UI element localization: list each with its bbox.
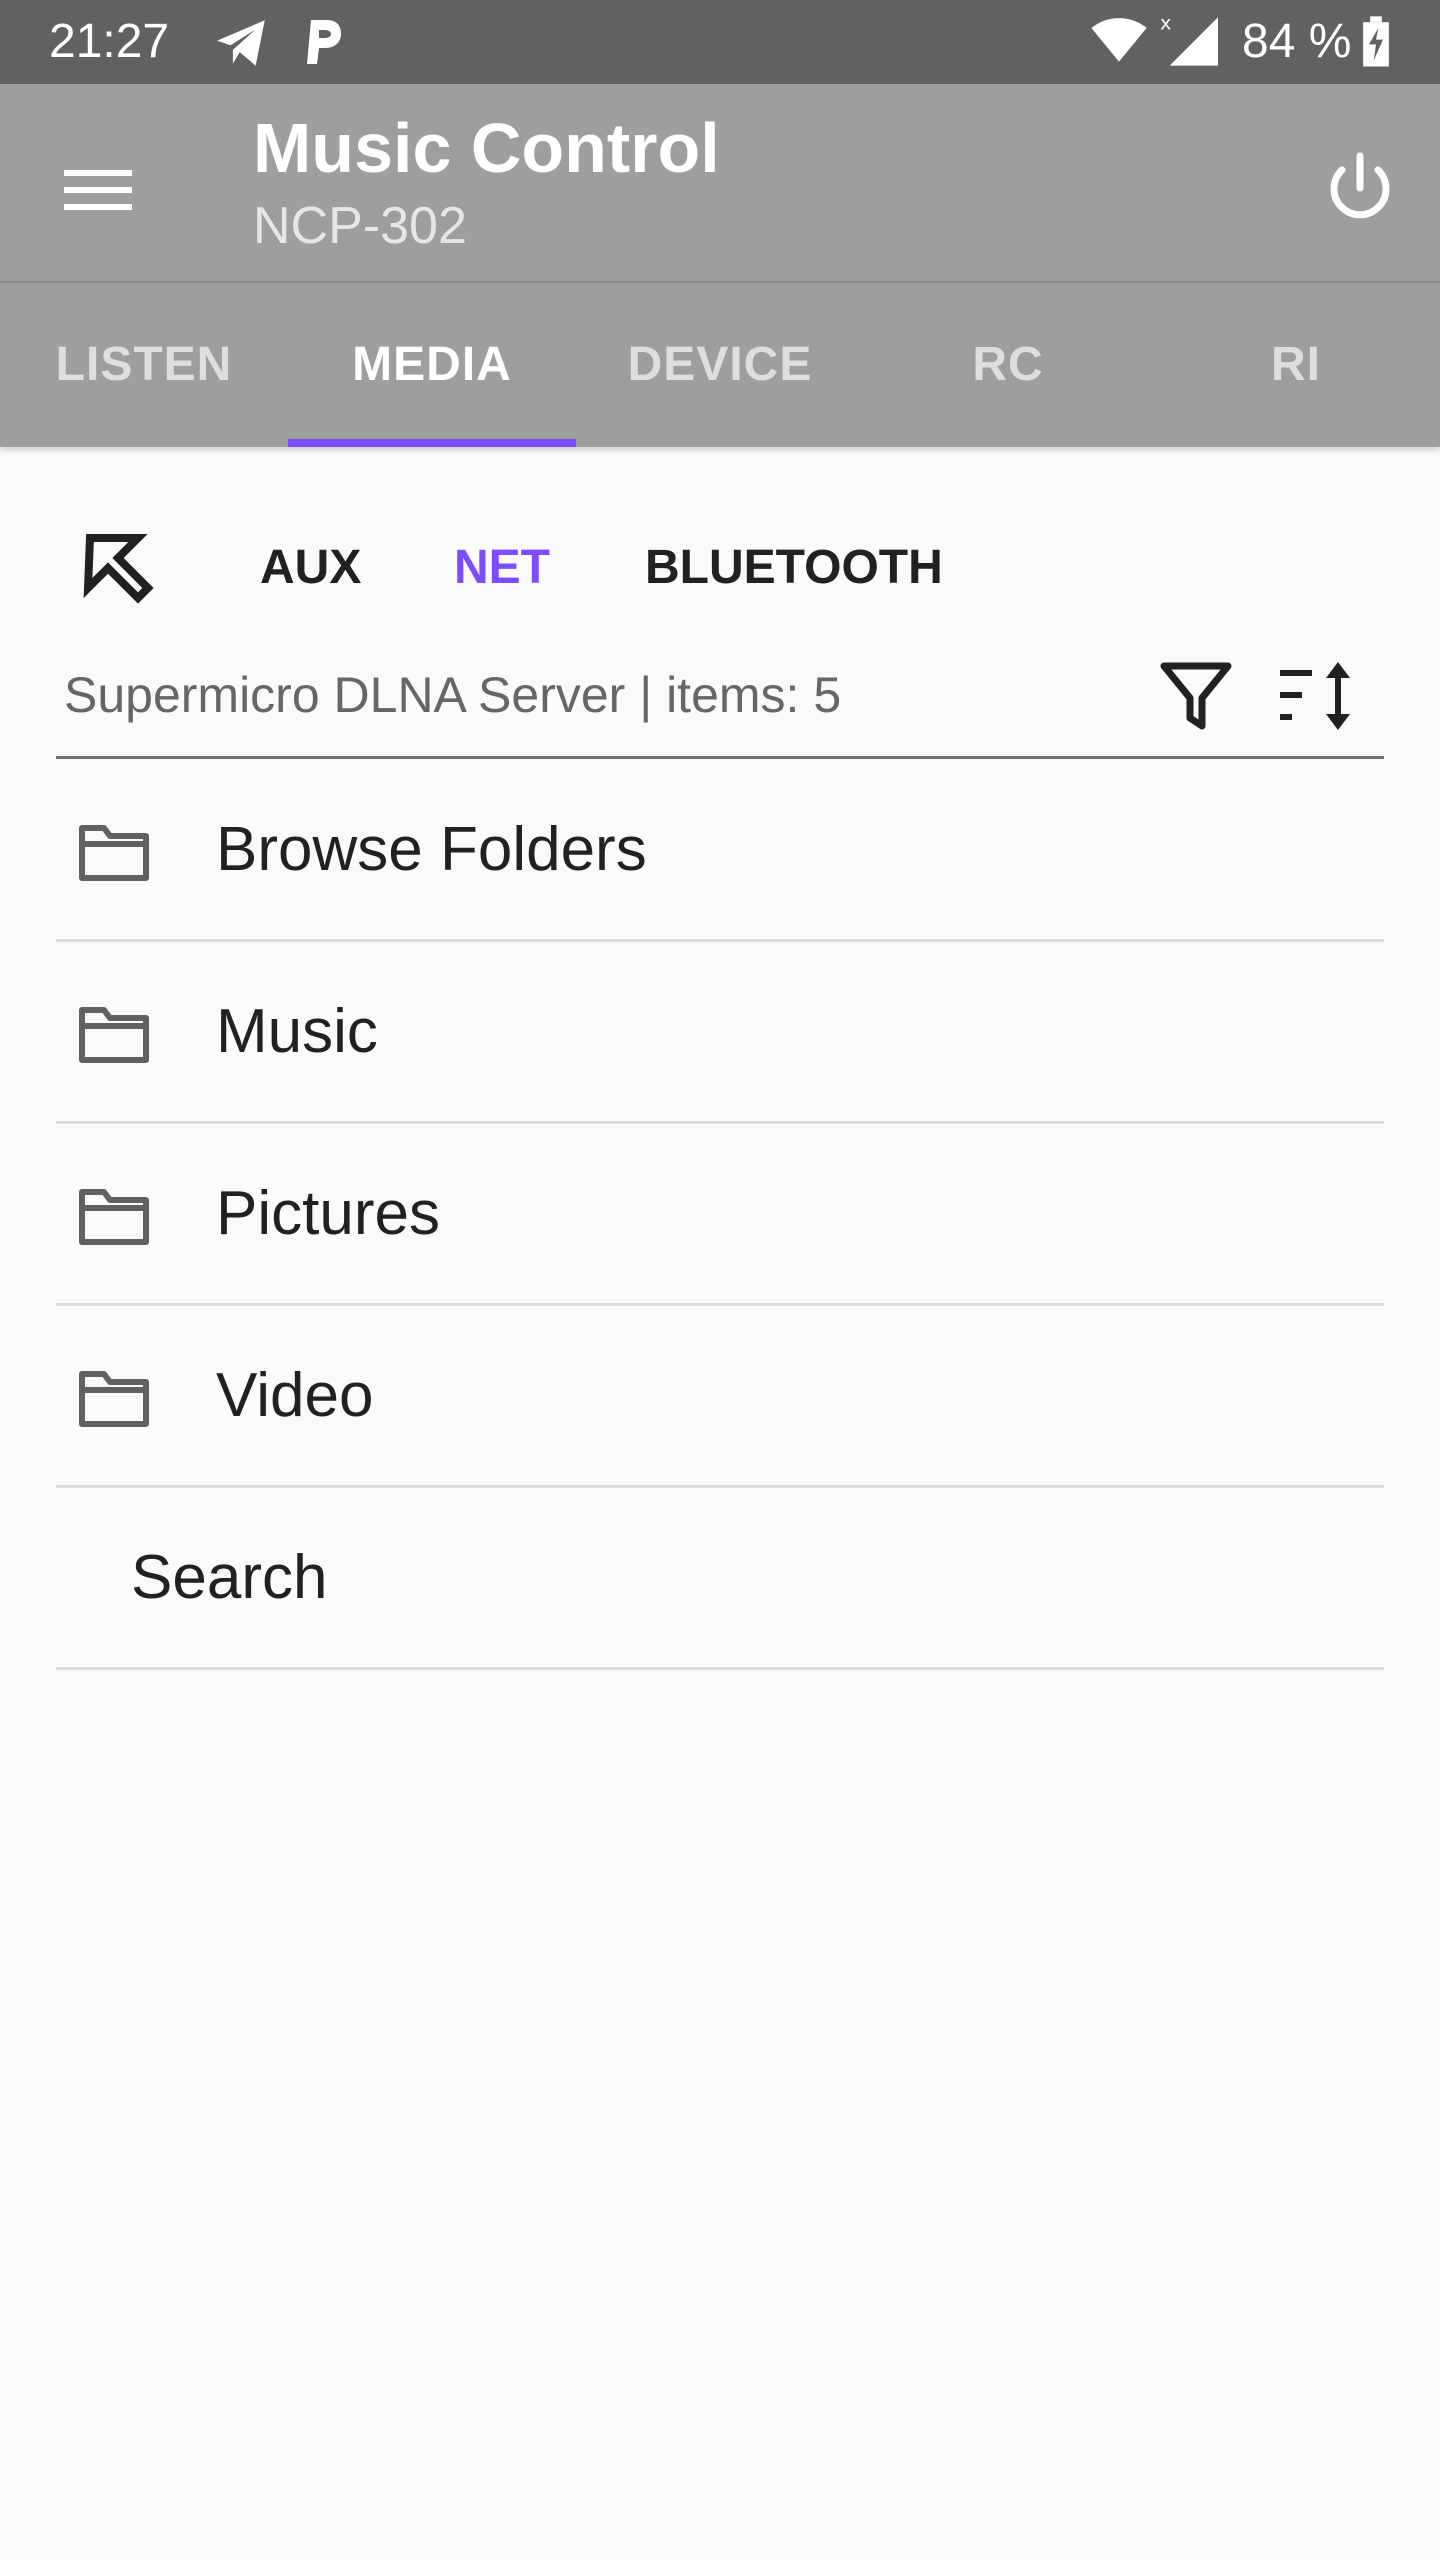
folder-icon [79,1189,149,1245]
source-selector: AUX NET BLUETOOTH [0,510,1440,626]
list-item-music[interactable]: Music [56,942,1384,1124]
list-item-label: Browse Folders [216,815,647,884]
list-item-label: Search [131,1543,328,1612]
app-bar: Music Control NCP-302 [0,84,1440,283]
server-info-row: Supermicro DLNA Server | items: 5 [56,640,1384,759]
tab-rc[interactable]: RC [864,283,1152,447]
battery-charging-icon [1363,16,1389,67]
tab-listen[interactable]: LISTEN [0,283,288,447]
list-item-label: Pictures [216,1179,440,1248]
media-list: Browse Folders Music Pictures Video Sear… [56,760,1384,1670]
tab-media[interactable]: MEDIA [288,283,576,447]
source-aux[interactable]: AUX [260,510,361,626]
hamburger-menu-icon [64,170,132,210]
folder-icon [79,825,149,881]
list-item-label: Music [216,997,378,1066]
power-button[interactable] [1310,138,1410,238]
server-info: Supermicro DLNA Server | items: 5 [64,667,842,723]
svg-text:x: x [1160,12,1171,34]
tab-bar: LISTEN MEDIA DEVICE RC RI [0,283,1440,447]
tab-device[interactable]: DEVICE [576,283,864,447]
source-back-button[interactable] [80,530,156,606]
status-time: 21:27 [49,15,170,68]
filter-icon [1160,662,1232,730]
status-bar: 21:27 x 84 % [0,0,1440,84]
arrow-up-left-icon [83,534,154,604]
source-net[interactable]: NET [454,510,550,626]
power-icon [1330,152,1390,219]
app-title: Music Control [253,109,720,187]
folder-icon [79,1371,149,1427]
sort-icon [1280,662,1350,730]
cell-signal-icon: x [1160,12,1218,66]
list-item-label: Video [216,1361,374,1430]
list-item-browse-folders[interactable]: Browse Folders [56,760,1384,942]
tab-indicator [288,439,576,447]
battery-percentage: 84 % [1242,15,1352,68]
sort-button[interactable] [1276,656,1366,736]
filter-button[interactable] [1156,656,1236,736]
source-bluetooth[interactable]: BLUETOOTH [645,510,943,626]
telegram-icon [217,20,265,66]
list-item-video[interactable]: Video [56,1306,1384,1488]
device-name: NCP-302 [253,197,467,255]
p-app-icon [307,20,341,64]
list-item-search[interactable]: Search [56,1488,1384,1670]
tab-ri[interactable]: RI [1152,283,1440,447]
list-item-pictures[interactable]: Pictures [56,1124,1384,1306]
folder-icon [79,1007,149,1063]
wifi-icon [1091,18,1147,62]
menu-button[interactable] [48,140,148,240]
